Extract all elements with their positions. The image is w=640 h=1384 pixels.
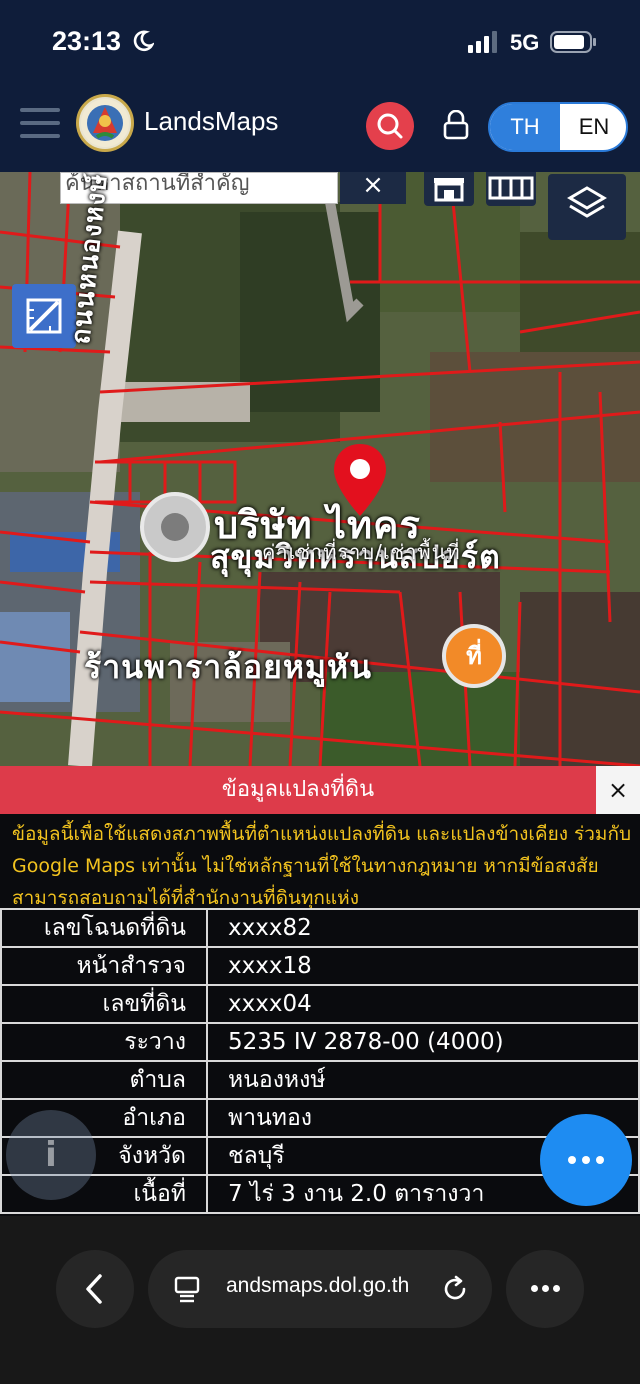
app-header: LandsMaps TH EN (0, 86, 640, 172)
row-value: xxxx18 (206, 946, 640, 986)
table-row: เนื้อที่ 7 ไร่ 3 งาน 2.0 ตารางวา (0, 1174, 640, 1214)
row-key: ตำบล (0, 1060, 208, 1100)
poi-marker[interactable] (140, 492, 210, 562)
status-bar: 23:13 5G (0, 0, 640, 86)
lang-en-option[interactable]: EN (560, 104, 626, 150)
tab-overview-icon[interactable] (172, 1274, 202, 1304)
search-clear-button[interactable]: × (340, 172, 406, 204)
layers-button[interactable] (548, 174, 626, 240)
row-value: xxxx04 (206, 984, 640, 1024)
table-row: หน้าสำรวจ xxxx18 (0, 946, 640, 986)
info-button[interactable]: i (6, 1110, 96, 1200)
table-row: ตำบล หนองหงษ์ (0, 1060, 640, 1100)
moon-icon (133, 30, 154, 52)
app-title: LandsMaps (144, 106, 279, 136)
map-view[interactable]: ค้นหาสถานที่สำคัญ × บริษัท ไทคร สุขุมวิท… (0, 172, 640, 766)
location-pin-icon (334, 444, 386, 516)
layers-icon (567, 186, 607, 218)
map-label-small: ค่าเช่าที่ราบ/เช่าพื้นที่ (262, 540, 461, 564)
row-value: 5235 IV 2878-00 (4000) (206, 1022, 640, 1062)
address-bar[interactable]: andsmaps.dol.go.th (148, 1250, 492, 1328)
panel-close-button[interactable]: × (596, 766, 640, 814)
browser-menu-button[interactable] (506, 1250, 584, 1328)
row-value: หนองหงษ์ (206, 1060, 640, 1100)
disclaimer-text: ข้อมูลนี้เพื่อใช้แสดงสภาพพื้นที่ตำแหน่งแ… (12, 823, 632, 909)
row-key: หน้าสำรวจ (0, 946, 208, 986)
signal-icon (468, 31, 497, 53)
battery-icon (550, 31, 596, 53)
grid-icon[interactable] (486, 172, 536, 206)
panel-title: ข้อมูลแปลงที่ดิน (0, 766, 596, 814)
language-toggle[interactable]: TH EN (488, 102, 628, 152)
browser-toolbar: andsmaps.dol.go.th (0, 1216, 640, 1384)
search-button[interactable] (366, 102, 414, 150)
table-row: เลขที่ดิน xxxx04 (0, 984, 640, 1024)
building-icon[interactable] (424, 172, 474, 206)
row-key: เลขโฉนดที่ดิน (0, 908, 208, 948)
network-label: 5G (510, 30, 540, 55)
lock-icon[interactable] (442, 110, 470, 140)
reload-icon[interactable] (440, 1274, 470, 1304)
restaurant-marker[interactable]: ที่ (442, 624, 506, 688)
status-time: 23:13 (52, 26, 122, 56)
menu-icon[interactable] (20, 108, 60, 140)
table-row: อำเภอ พานทอง (0, 1098, 640, 1138)
search-icon (377, 113, 403, 139)
row-value: xxxx82 (206, 908, 640, 948)
map-label-shop: ร้านพาราล้อยหมูหัน (84, 648, 372, 686)
lang-th-option[interactable]: TH (490, 104, 560, 150)
chevron-left-icon (86, 1274, 102, 1304)
row-key: ระวาง (0, 1022, 208, 1062)
table-row: เลขโฉนดที่ดิน xxxx82 (0, 908, 640, 948)
back-button[interactable] (56, 1250, 134, 1328)
department-logo (76, 94, 134, 152)
row-key: เลขที่ดิน (0, 984, 208, 1024)
table-row: ระวาง 5235 IV 2878-00 (4000) (0, 1022, 640, 1062)
url-text: andsmaps.dol.go.th (226, 1274, 410, 1297)
more-actions-button[interactable] (540, 1114, 632, 1206)
